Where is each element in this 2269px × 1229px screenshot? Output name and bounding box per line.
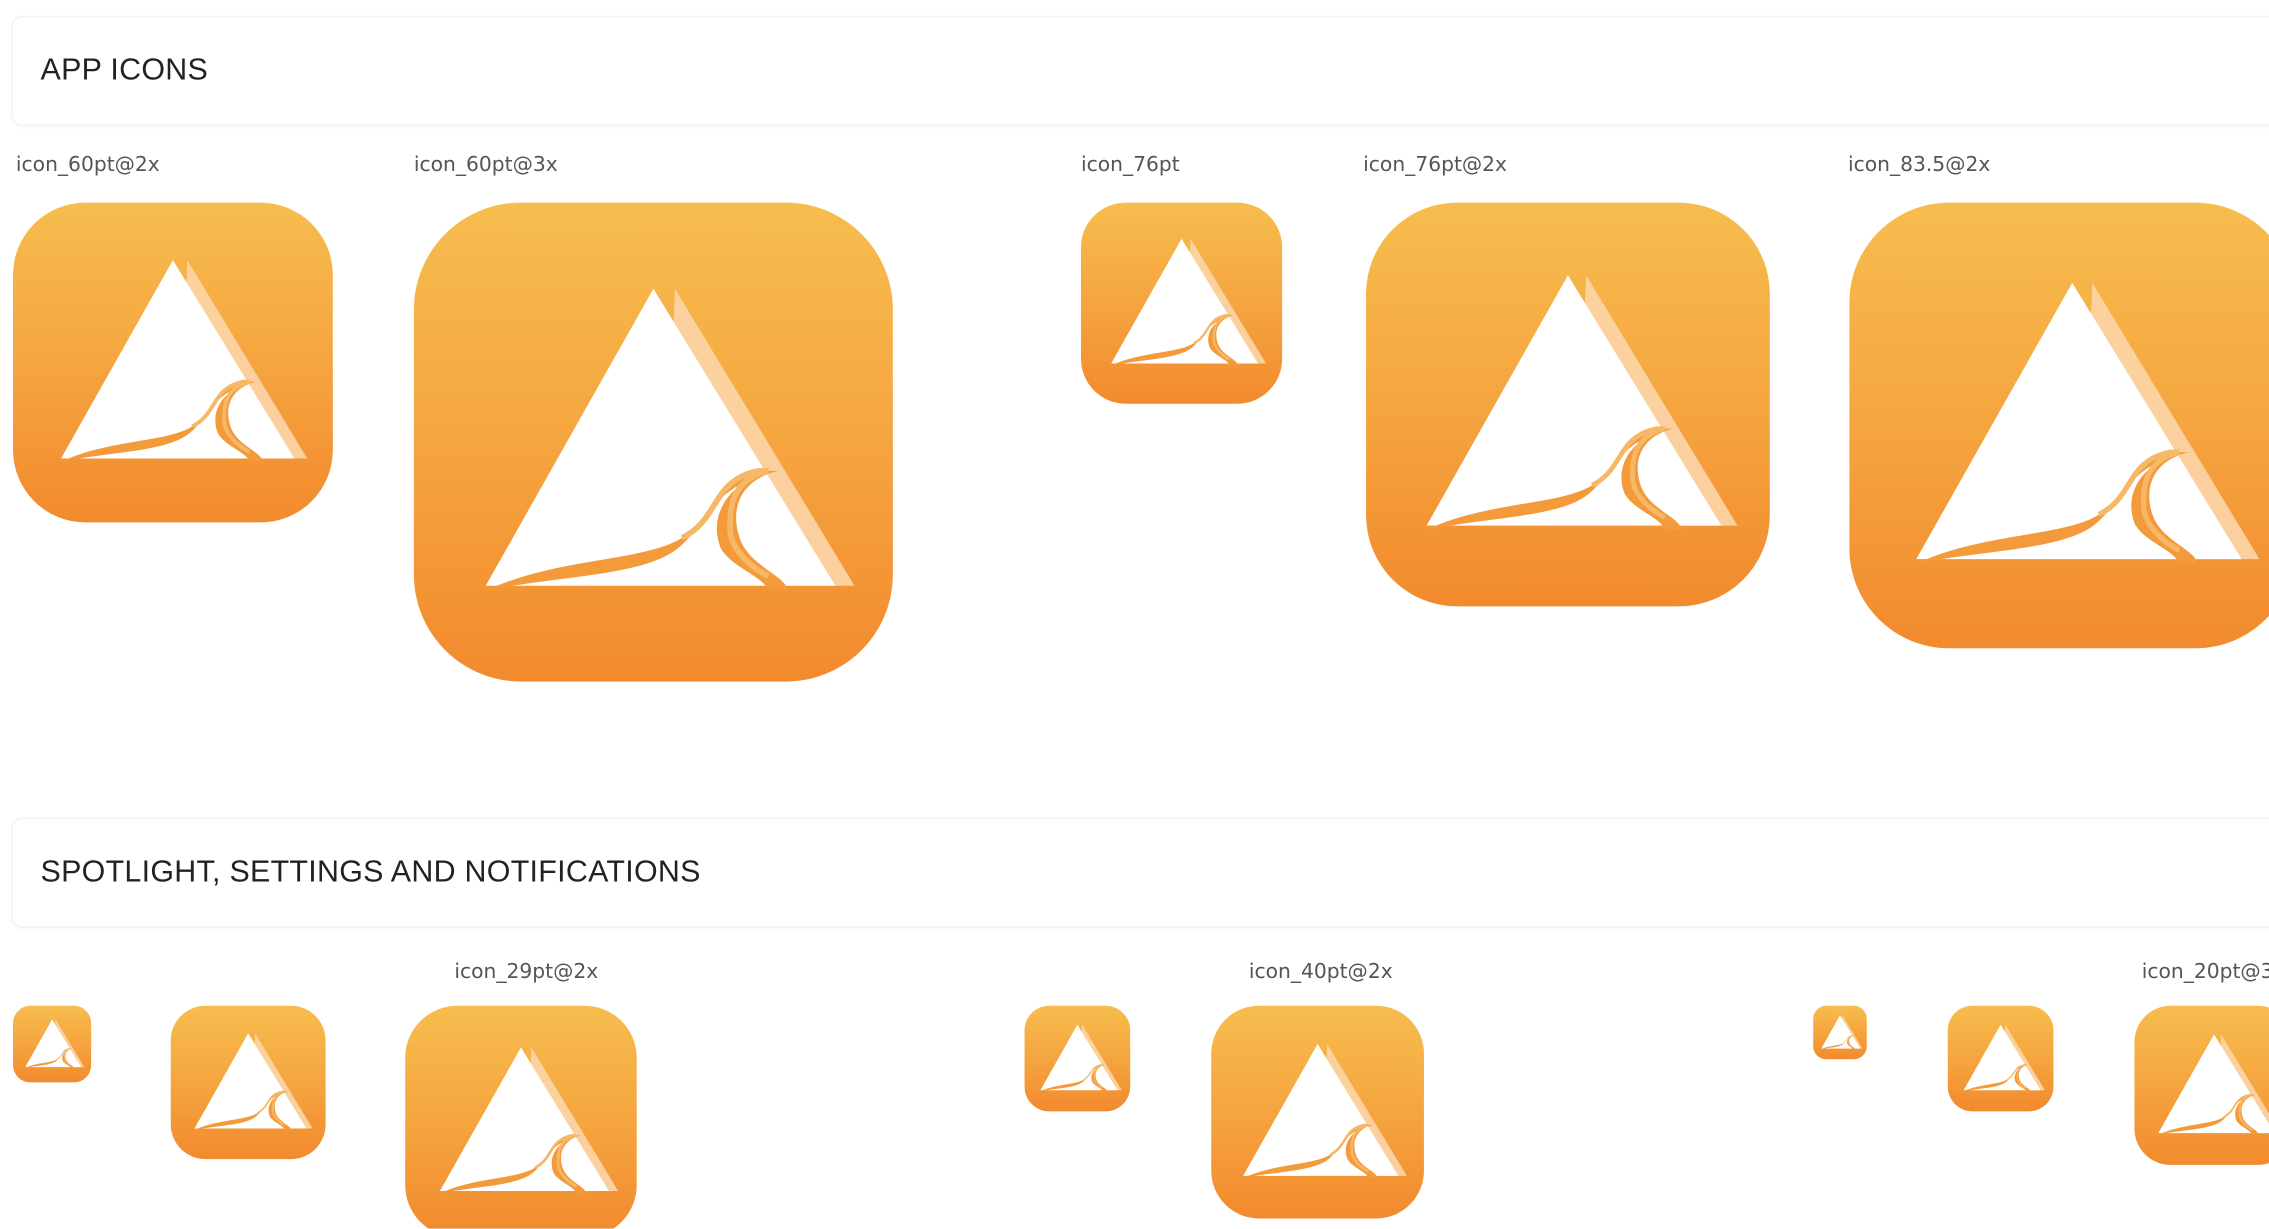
icon-label: icon_20pt@3 — [2141, 960, 2269, 985]
mountain-icon — [1366, 203, 1770, 607]
app-icon-60pt-3x[interactable] — [413, 202, 893, 682]
mountain-icon — [1948, 1006, 2054, 1112]
spotlight-icon-29pt-2x-a[interactable] — [170, 1005, 326, 1160]
notification-icon-20pt[interactable] — [1813, 1005, 1867, 1060]
icon-label: icon_83.5@2x — [1847, 153, 1991, 177]
mountain-icon — [1813, 1006, 1867, 1060]
section-title: SPOTLIGHT, SETTINGS AND NOTIFICATIONS — [40, 855, 701, 889]
icon-label: icon_76pt@2x — [1363, 153, 1508, 177]
mountain-icon — [2134, 1006, 2269, 1165]
mountain-icon — [1025, 1006, 1131, 1112]
mountain-icon — [405, 1006, 637, 1229]
mountain-icon — [414, 203, 893, 682]
notification-icon-20pt-3x[interactable] — [2134, 1005, 2269, 1165]
spotlight-icon-29pt[interactable] — [13, 1005, 92, 1083]
mountain-icon — [13, 1006, 91, 1083]
spotlight-icon-40pt-2x[interactable] — [1211, 1005, 1424, 1219]
icon-asset-sheet: APP ICONS icon_60pt@2x icon_60pt@3x icon… — [0, 0, 2269, 1229]
icon-label: icon_40pt@2x — [1248, 960, 1393, 985]
icon-label: icon_60pt@2x — [15, 153, 160, 177]
mountain-icon — [1849, 203, 2269, 649]
mountain-icon — [171, 1006, 326, 1159]
spotlight-icon-40pt[interactable] — [1024, 1005, 1131, 1112]
mountain-icon — [1211, 1006, 1424, 1219]
app-icon-60pt-2x[interactable] — [13, 202, 333, 523]
notification-icon-20pt-2x[interactable] — [1947, 1005, 2054, 1112]
icon-label: icon_76pt — [1080, 153, 1180, 177]
app-icon-76pt[interactable] — [1080, 202, 1283, 404]
mountain-icon — [1081, 203, 1282, 404]
section-header-spotlight: SPOTLIGHT, SETTINGS AND NOTIFICATIONS — [13, 819, 2269, 927]
icon-label: icon_60pt@3x — [413, 153, 558, 177]
spotlight-icon-29pt-2x[interactable] — [405, 1005, 637, 1229]
icon-label: icon_29pt@2x — [454, 960, 599, 985]
app-icon-83-5-2x[interactable] — [1849, 202, 2269, 649]
app-icon-76pt-2x[interactable] — [1366, 202, 1770, 607]
section-title: APP ICONS — [40, 53, 209, 87]
section-header-app-icons: APP ICONS — [13, 17, 2269, 125]
mountain-icon — [13, 203, 333, 523]
